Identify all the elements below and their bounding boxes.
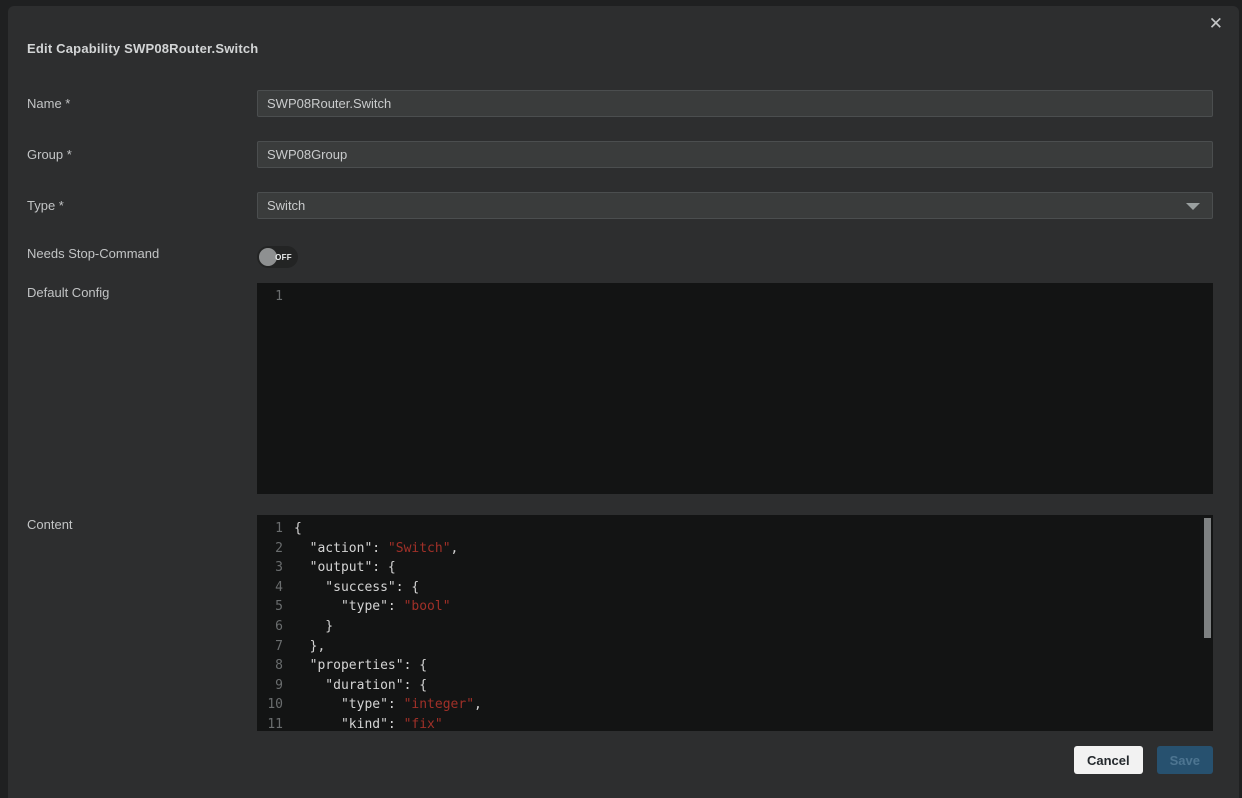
group-row: Group *: [8, 141, 1239, 168]
type-select-value: Switch: [267, 198, 305, 213]
save-button[interactable]: Save: [1157, 746, 1213, 774]
content-label: Content: [27, 515, 257, 532]
default-config-editor[interactable]: 1: [257, 283, 1213, 494]
name-input[interactable]: [257, 90, 1213, 117]
scrollbar-thumb[interactable]: [1204, 518, 1211, 638]
content-row: Content 1{2 "action": "Switch",3 "output…: [8, 515, 1239, 731]
group-input[interactable]: [257, 141, 1213, 168]
edit-capability-dialog: ✕ Edit Capability SWP08Router.Switch Nam…: [8, 6, 1239, 798]
needs-stop-command-toggle[interactable]: OFF: [257, 246, 298, 268]
needs-stop-command-label: Needs Stop-Command: [27, 243, 257, 261]
name-label: Name *: [27, 90, 257, 111]
dialog-footer: Cancel Save: [8, 746, 1239, 774]
type-select[interactable]: Switch: [257, 192, 1213, 219]
type-row: Type * Switch: [8, 192, 1239, 219]
name-row: Name *: [8, 90, 1239, 117]
cancel-button[interactable]: Cancel: [1074, 746, 1143, 774]
type-label: Type *: [27, 192, 257, 213]
default-config-label: Default Config: [27, 283, 257, 300]
toggle-state-label: OFF: [275, 253, 292, 262]
dialog-title: Edit Capability SWP08Router.Switch: [27, 41, 1213, 56]
needs-stop-command-row: Needs Stop-Command OFF: [8, 243, 1239, 268]
group-label: Group *: [27, 141, 257, 162]
content-editor[interactable]: 1{2 "action": "Switch",3 "output": {4 "s…: [257, 515, 1213, 731]
chevron-down-icon: [1186, 203, 1200, 210]
close-icon[interactable]: ✕: [1209, 16, 1223, 33]
default-config-row: Default Config 1: [8, 283, 1239, 494]
